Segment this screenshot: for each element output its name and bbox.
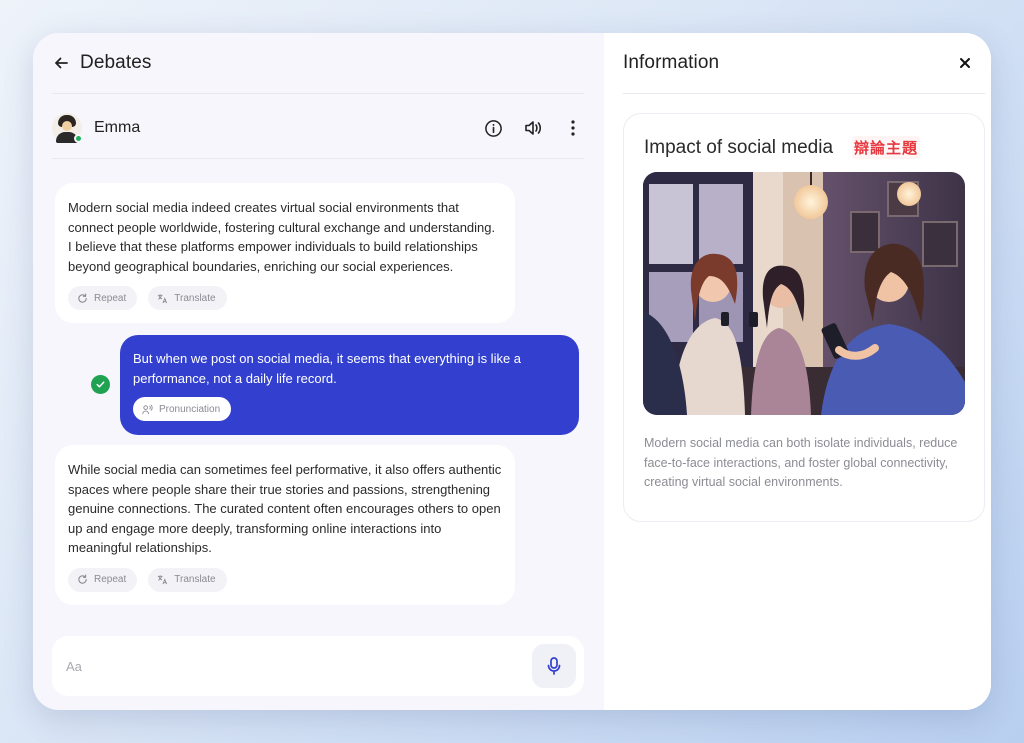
message-text: But when we post on social media, it see… bbox=[133, 351, 522, 386]
microphone-button[interactable] bbox=[532, 644, 576, 688]
contact-name: Emma bbox=[94, 119, 141, 136]
pronunciation-button[interactable]: Pronunciation bbox=[133, 397, 232, 421]
information-panel: Information Impact of social media 辯論主題 bbox=[604, 33, 991, 710]
message-text: While social media can sometimes feel pe… bbox=[68, 462, 502, 555]
app-window: Debates Emma Modern social media indeed … bbox=[33, 33, 991, 710]
topic-tag: 辯論主題 bbox=[852, 136, 921, 159]
chat-panel: Debates Emma Modern social media indeed … bbox=[33, 33, 604, 710]
close-icon[interactable] bbox=[957, 55, 973, 71]
topic-card: Impact of social media 辯論主題 Modern socia… bbox=[623, 113, 985, 522]
translate-button[interactable]: Translate bbox=[148, 286, 227, 310]
microphone-icon bbox=[547, 657, 561, 675]
repeat-icon bbox=[78, 293, 87, 303]
contact-row: Emma bbox=[52, 111, 584, 145]
message-input-box bbox=[52, 636, 584, 696]
chat-header: Debates bbox=[52, 49, 151, 77]
repeat-button[interactable]: Repeat bbox=[68, 567, 138, 592]
contact-divider bbox=[52, 158, 584, 159]
translate-icon bbox=[158, 575, 168, 585]
info-circle-icon[interactable] bbox=[482, 117, 504, 139]
pronunciation-icon bbox=[142, 404, 153, 414]
repeat-icon bbox=[78, 574, 87, 584]
page-title: Debates bbox=[80, 52, 152, 73]
message-text: Modern social media indeed creates virtu… bbox=[68, 200, 496, 274]
header-divider bbox=[52, 93, 584, 94]
topic-illustration bbox=[643, 172, 965, 415]
speaker-icon[interactable] bbox=[522, 117, 544, 139]
online-indicator bbox=[74, 134, 83, 143]
topic-title: Impact of social media bbox=[644, 136, 834, 158]
check-icon bbox=[91, 375, 110, 394]
translate-icon bbox=[158, 293, 168, 303]
translate-button[interactable]: Translate bbox=[148, 567, 227, 592]
topic-description: Modern social media can both isolate ind… bbox=[644, 436, 958, 489]
message-bot: Modern social media indeed creates virtu… bbox=[55, 183, 515, 323]
information-header: Information bbox=[623, 49, 973, 77]
message-bot: While social media can sometimes feel pe… bbox=[55, 445, 515, 605]
message-user: But when we post on social media, it see… bbox=[120, 335, 579, 435]
information-divider bbox=[623, 93, 985, 94]
repeat-button[interactable]: Repeat bbox=[68, 286, 138, 310]
avatar[interactable] bbox=[52, 113, 83, 143]
more-vertical-icon[interactable] bbox=[562, 117, 584, 139]
information-title: Information bbox=[623, 52, 720, 73]
arrow-left-icon[interactable] bbox=[52, 54, 70, 72]
message-input[interactable] bbox=[66, 654, 506, 678]
